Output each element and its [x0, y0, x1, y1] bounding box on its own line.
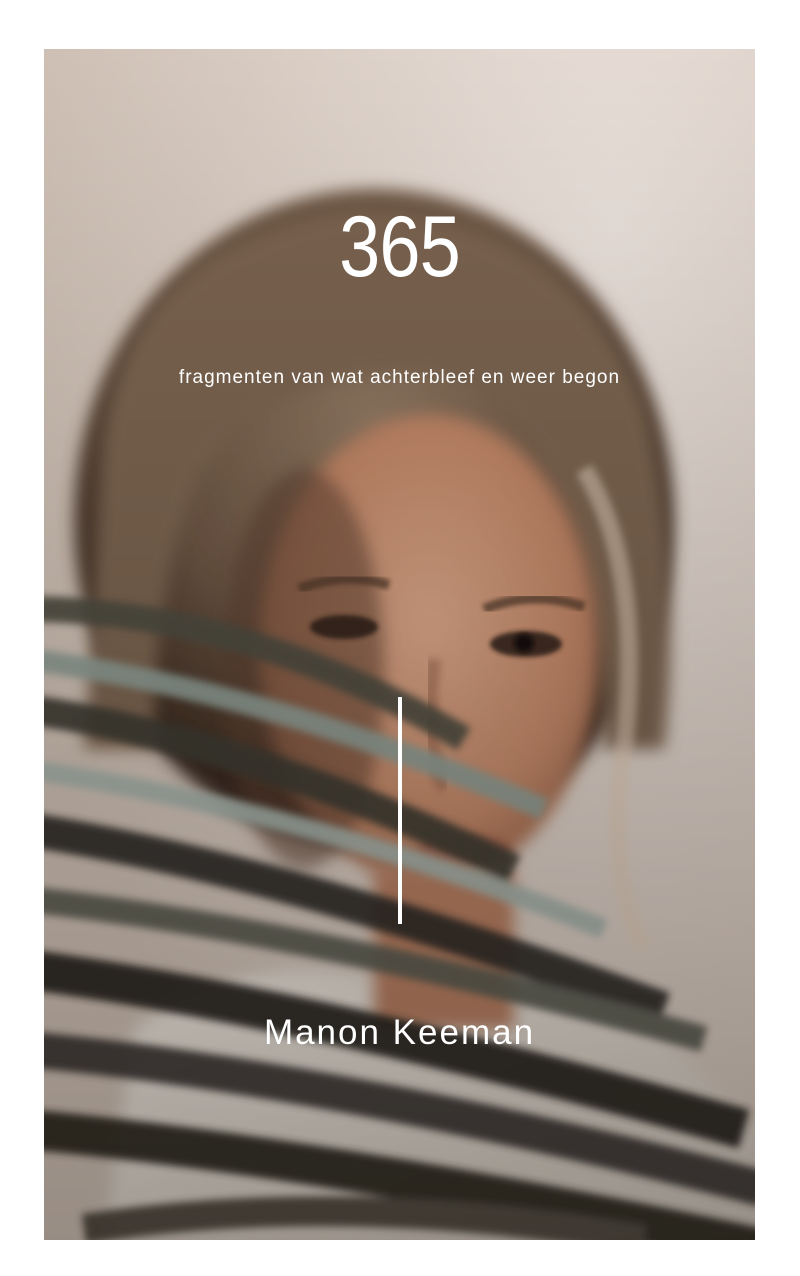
cover-title: 365 — [339, 199, 461, 295]
book-cover: 365 fragmenten van wat achterbleef en we… — [44, 49, 755, 1240]
vertical-divider — [398, 697, 402, 924]
author-name: Manon Keeman — [263, 1013, 536, 1052]
cover-subtitle: fragmenten van wat achterbleef en weer b… — [178, 367, 621, 388]
